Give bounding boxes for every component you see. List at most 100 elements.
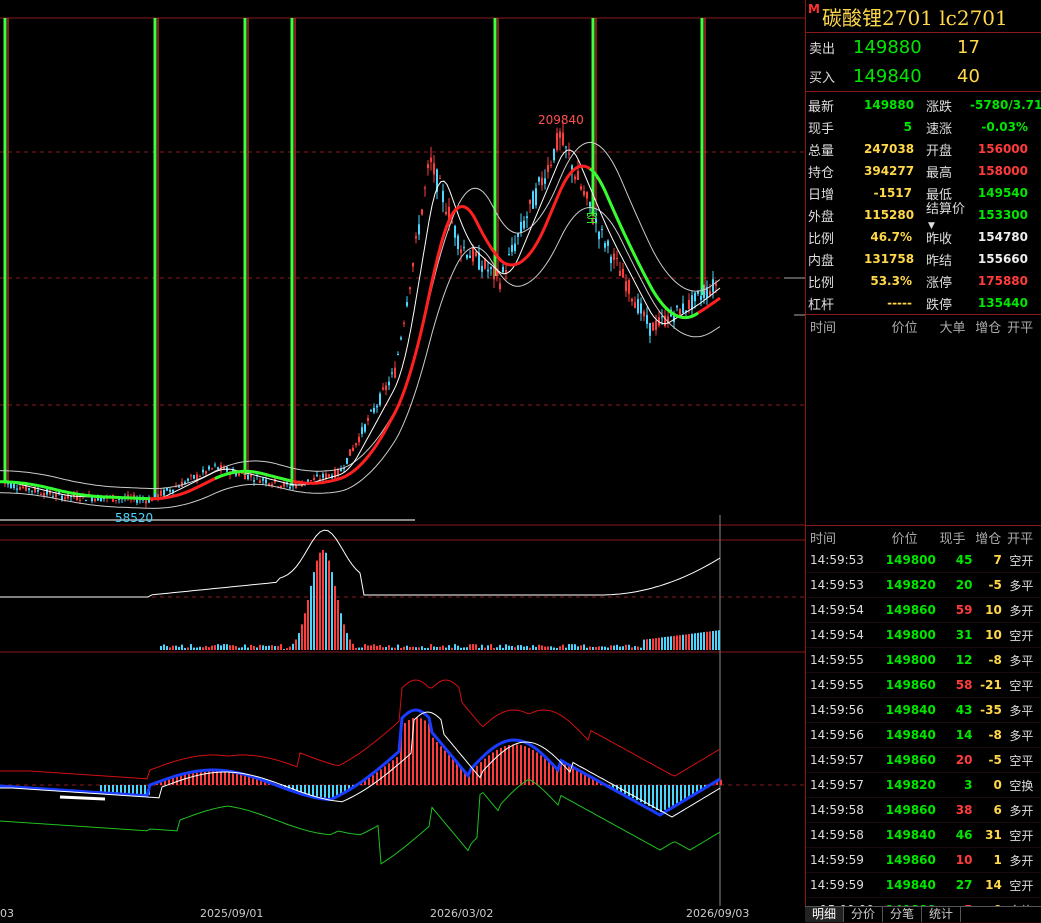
volume-bar [523, 647, 525, 650]
volume-bar [541, 645, 543, 650]
tick-volume: 46 [943, 828, 972, 842]
quote-value: 149880 [864, 98, 912, 112]
volume-bar [583, 644, 585, 650]
volume-bar [421, 646, 423, 650]
tick-row[interactable]: 14:59:5314982020-5多平 [806, 573, 1041, 598]
quote-label: 总量 [806, 140, 864, 159]
tick-row[interactable]: 14:59:581498404631空开 [806, 823, 1041, 848]
macd-bar [140, 785, 142, 794]
tick-row[interactable]: 14:59:5714982030空换 [806, 773, 1041, 798]
tick-price: 149840 [879, 728, 944, 742]
tab-2[interactable]: 分笔 [883, 907, 922, 922]
candle-body [493, 267, 495, 279]
volume-bar [472, 644, 474, 650]
tick-price: 149860 [879, 803, 944, 817]
macd-bar [544, 759, 546, 785]
date-label: 2026/09/03 [686, 907, 749, 920]
volume-bar [493, 648, 495, 650]
tick-row[interactable]: 14:59:59149860101多开 [806, 848, 1041, 873]
candle-body [586, 192, 588, 198]
candle-body [136, 500, 138, 503]
tick-row[interactable]: 14:59:5614984043-35多平 [806, 698, 1041, 723]
tick-row[interactable]: 14:59:591498402714空开 [806, 873, 1041, 898]
sell-price: 149880 [853, 37, 957, 58]
volume-bar [268, 646, 270, 650]
tick-oi-change: 14 [972, 878, 1001, 892]
tick-row[interactable]: 14:59:5514980012-8多平 [806, 648, 1041, 673]
tab-3[interactable]: 统计 [922, 907, 961, 922]
candle-body [214, 465, 216, 466]
candle-body [553, 149, 555, 161]
volume-bar [466, 647, 468, 650]
candle-body [13, 484, 15, 488]
quote-label: 现手 [806, 118, 864, 137]
candle-body [610, 257, 612, 263]
tick-row[interactable]: 14:59:53149800457空开 [806, 548, 1041, 573]
column-header: 时间 [806, 317, 892, 336]
tick-row[interactable]: 14:59:541498605910多开 [806, 598, 1041, 623]
tick-nature: 空换 [1002, 777, 1041, 794]
column-header: 开平 [1007, 317, 1041, 336]
volume-bar [634, 646, 636, 650]
volume-bar [256, 647, 258, 650]
candle-body [589, 202, 591, 207]
column-header: 开平 [1007, 528, 1041, 547]
macd-bar [392, 760, 394, 785]
tick-oi-change: -8 [972, 728, 1001, 742]
volume-bar [571, 644, 573, 650]
tab-1[interactable]: 分价 [844, 907, 883, 922]
candle-body [364, 424, 366, 431]
m-badge[interactable]: M [808, 2, 820, 16]
volume-bar [424, 648, 426, 650]
candle-body [211, 468, 213, 469]
tab-0[interactable]: 明细 [805, 907, 844, 922]
volume-bar [436, 647, 438, 650]
tick-row[interactable]: 14:59:5714986020-5空平 [806, 748, 1041, 773]
candle-body [661, 316, 663, 317]
tick-row[interactable]: 14:59:541498003110空开 [806, 623, 1041, 648]
quote-value: 247038 [864, 142, 912, 156]
macd-bar [104, 785, 106, 792]
volume-bar [322, 550, 324, 650]
volume-bar [376, 646, 378, 650]
tick-price: 149840 [879, 703, 944, 717]
candle-body [397, 354, 399, 355]
date-label: 03 [0, 907, 14, 920]
volume-bar [394, 648, 396, 650]
volume-bar [295, 639, 297, 650]
candle-body [454, 226, 456, 238]
macd-bar [568, 766, 570, 785]
volume-bar [532, 645, 534, 650]
candle-body [160, 491, 162, 496]
contract-title: 碳酸锂2701 lc2701 [822, 2, 1008, 31]
volume-bar [175, 646, 177, 650]
ma-white [0, 150, 720, 499]
macd-bar [652, 785, 654, 808]
ticks-header: 时间价位现手增仓开平 [806, 526, 1041, 548]
tick-row[interactable]: 14:59:5614984014-8多平 [806, 723, 1041, 748]
macd-bar [504, 746, 506, 785]
tick-list[interactable]: 14:59:53149800457空开14:59:5314982020-5多平1… [806, 548, 1041, 923]
candle-body [481, 266, 483, 272]
macd-bar [324, 785, 326, 798]
volume-bar [631, 647, 633, 650]
volume-bar [169, 647, 171, 650]
candle-body [310, 480, 312, 481]
chart-area[interactable]: 20984058520空 [0, 0, 805, 906]
buy-label: 买入 [806, 67, 853, 86]
tick-row[interactable]: 14:59:5514986058-21空平 [806, 673, 1041, 698]
volume-bar [439, 647, 441, 650]
kline-chart[interactable]: 20984058520空 [0, 0, 805, 906]
tick-volume: 12 [943, 653, 972, 667]
quote-value-2: 154780 [970, 230, 1028, 244]
tick-row[interactable]: 14:59:58149860386多开 [806, 798, 1041, 823]
candle-body [205, 471, 207, 474]
volume-bar [715, 631, 717, 650]
tick-price: 149840 [879, 828, 944, 842]
volume-bar [235, 646, 237, 650]
bigorder-list[interactable] [806, 337, 1041, 526]
candle-body [469, 256, 471, 258]
volume-bar [310, 586, 312, 650]
volume-bar [517, 645, 519, 650]
upper-channel [0, 680, 720, 779]
